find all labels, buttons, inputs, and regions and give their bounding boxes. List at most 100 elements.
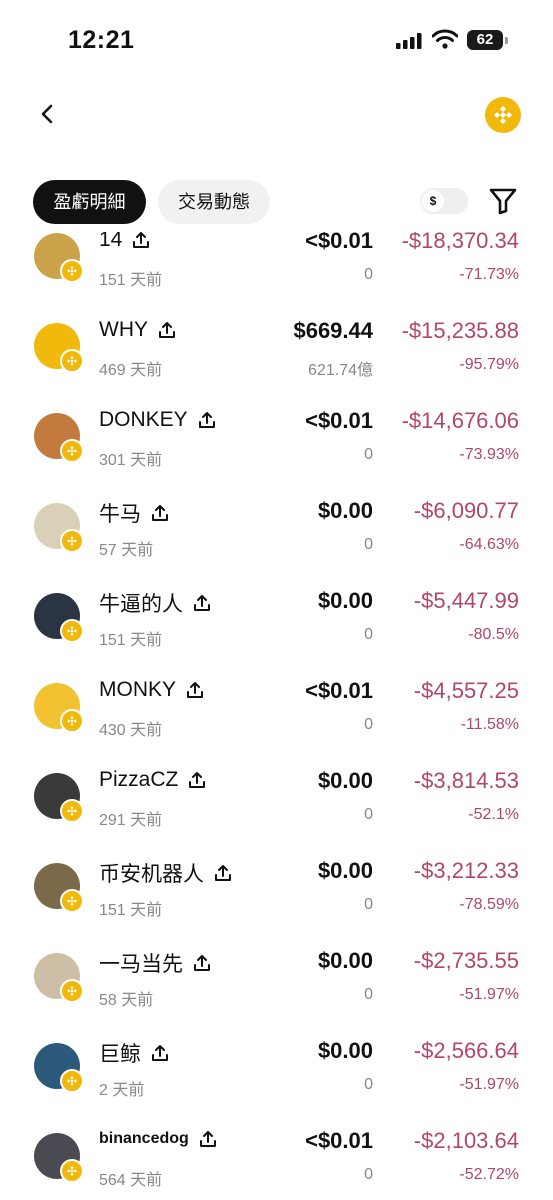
token-holdings: 0 [364, 266, 373, 283]
pnl-percent: -73.93% [459, 446, 519, 463]
cellular-signal-icon [396, 33, 422, 49]
token-name: DONKEY [99, 408, 188, 431]
clock: 12:21 [68, 26, 135, 54]
share-icon[interactable] [214, 864, 232, 882]
status-bar: 12:21 62 [0, 0, 553, 80]
pnl-percent: -51.97% [459, 1076, 519, 1093]
share-icon[interactable] [186, 681, 204, 699]
token-row[interactable]: 币安机器人 151 天前 $0.00 0 -$3,212.33 -78.59% [0, 846, 553, 936]
token-row[interactable]: PizzaCZ 291 天前 $0.00 0 -$3,814.53 -52.1% [0, 756, 553, 846]
tab-pnl-details[interactable]: 盈虧明細 [33, 180, 146, 224]
tab-trade-activity[interactable]: 交易動態 [158, 180, 270, 224]
token-age: 291 天前 [99, 812, 163, 829]
token-age: 57 天前 [99, 542, 154, 559]
token-name-wrap: binancedog [99, 1130, 217, 1148]
pnl-list: 14 151 天前 <$0.01 0 -$18,370.34 -71.73% W… [0, 232, 553, 1200]
token-row[interactable]: DONKEY 301 天前 <$0.01 0 -$14,676.06 -73.9… [0, 396, 553, 486]
pnl-value: -$2,735.55 [413, 948, 519, 973]
bnb-badge-icon [60, 709, 84, 733]
token-name-wrap: 一马当先 [99, 948, 211, 978]
token-row[interactable]: MONKY 430 天前 <$0.01 0 -$4,557.25 -11.58% [0, 666, 553, 756]
pnl-percent: -71.73% [459, 266, 519, 283]
token-name-wrap: 牛马 [99, 498, 169, 528]
token-age: 469 天前 [99, 362, 163, 379]
pnl-percent: -52.72% [459, 1166, 519, 1183]
pnl-percent: -52.1% [468, 806, 519, 823]
share-icon[interactable] [132, 232, 150, 249]
bnb-badge-icon [60, 529, 84, 553]
token-name-wrap: 牛逼的人 [99, 588, 211, 618]
token-price: $0.00 [317, 948, 373, 973]
share-icon[interactable] [199, 1130, 217, 1148]
pnl-percent: -80.5% [468, 626, 519, 643]
bnb-badge-icon [60, 619, 84, 643]
token-name: 牛逼的人 [99, 593, 183, 616]
token-price: $0.00 [317, 858, 373, 883]
battery-icon: 62 [467, 30, 503, 50]
token-holdings: 0 [364, 896, 373, 913]
share-icon[interactable] [151, 504, 169, 522]
pnl-value: -$2,103.64 [413, 1128, 519, 1153]
share-icon[interactable] [151, 1044, 169, 1062]
token-name: WHY [99, 318, 148, 341]
share-icon[interactable] [158, 321, 176, 339]
token-age: 301 天前 [99, 452, 163, 469]
share-icon[interactable] [193, 594, 211, 612]
top-nav [0, 90, 553, 140]
back-arrow-icon[interactable] [36, 102, 60, 126]
token-price: <$0.01 [305, 678, 373, 703]
token-row[interactable]: WHY 469 天前 $669.44 621.74億 -$15,235.88 -… [0, 306, 553, 396]
bnb-badge-icon [60, 1069, 84, 1093]
token-holdings: 0 [364, 986, 373, 1003]
token-holdings: 0 [364, 1076, 373, 1093]
pnl-percent: -64.63% [459, 536, 519, 553]
token-row[interactable]: 牛马 57 天前 $0.00 0 -$6,090.77 -64.63% [0, 486, 553, 576]
token-name: 巨鲸 [99, 1043, 141, 1066]
token-name: 币安机器人 [99, 863, 204, 886]
token-row[interactable]: 巨鲸 2 天前 $0.00 0 -$2,566.64 -51.97% [0, 1026, 553, 1116]
token-price: <$0.01 [305, 1128, 373, 1153]
bnb-badge-icon [60, 259, 84, 283]
token-name-wrap: 巨鲸 [99, 1038, 169, 1068]
currency-toggle[interactable]: $ [420, 188, 468, 214]
token-age: 564 天前 [99, 1172, 163, 1189]
token-age: 151 天前 [99, 272, 163, 289]
share-icon[interactable] [188, 771, 206, 789]
bnb-badge-icon [60, 889, 84, 913]
token-name: 牛马 [99, 503, 141, 526]
pnl-percent: -11.58% [460, 716, 519, 733]
pnl-value: -$3,212.33 [413, 858, 519, 883]
pnl-value: -$3,814.53 [413, 768, 519, 793]
token-row[interactable]: 牛逼的人 151 天前 $0.00 0 -$5,447.99 -80.5% [0, 576, 553, 666]
token-holdings: 0 [364, 446, 373, 463]
token-name-wrap: MONKY [99, 678, 204, 702]
token-name: 14 [99, 232, 123, 251]
filter-icon[interactable] [488, 186, 518, 216]
share-icon[interactable] [198, 411, 216, 429]
pnl-value: -$4,557.25 [413, 678, 519, 703]
share-icon[interactable] [193, 954, 211, 972]
token-holdings: 0 [364, 716, 373, 733]
pnl-value: -$2,566.64 [413, 1038, 519, 1063]
token-holdings: 0 [364, 536, 373, 553]
token-name: binancedog [99, 1130, 189, 1147]
token-row[interactable]: 一马当先 58 天前 $0.00 0 -$2,735.55 -51.97% [0, 936, 553, 1026]
pnl-percent: -95.79% [459, 356, 519, 373]
token-row[interactable]: 14 151 天前 <$0.01 0 -$18,370.34 -71.73% [0, 232, 553, 306]
pnl-value: -$5,447.99 [413, 588, 519, 613]
pnl-percent: -78.59% [459, 896, 519, 913]
token-row[interactable]: binancedog 564 天前 <$0.01 0 -$2,103.64 -5… [0, 1116, 553, 1200]
token-price: $669.44 [293, 318, 373, 343]
bnb-badge-icon [60, 979, 84, 1003]
token-price: $0.00 [317, 768, 373, 793]
token-name-wrap: WHY [99, 318, 176, 342]
bnb-badge-icon [60, 439, 84, 463]
token-name-wrap: DONKEY [99, 408, 216, 432]
pnl-value: -$14,676.06 [401, 408, 519, 433]
token-price: $0.00 [317, 588, 373, 613]
bnb-badge-icon [60, 1159, 84, 1183]
token-age: 430 天前 [99, 722, 163, 739]
token-age: 151 天前 [99, 902, 163, 919]
token-name-wrap: 币安机器人 [99, 858, 232, 888]
bnb-chain-icon[interactable] [485, 97, 521, 133]
